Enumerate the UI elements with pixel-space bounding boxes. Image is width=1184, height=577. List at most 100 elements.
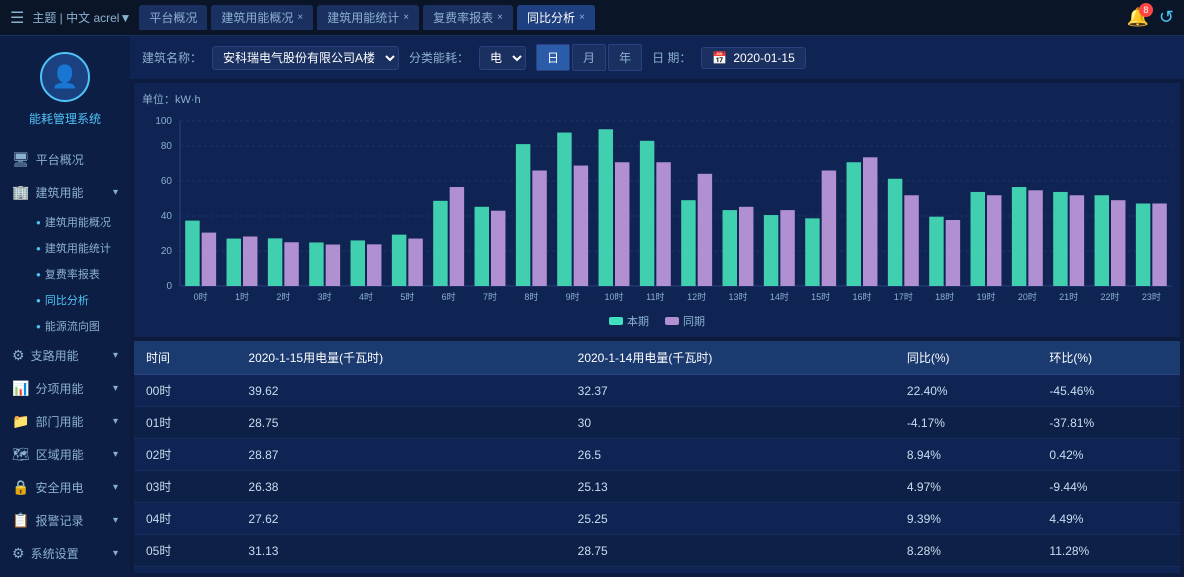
cell-prev: 25.25 bbox=[566, 503, 895, 535]
period-btn-group: 日 月 年 bbox=[536, 44, 642, 71]
sidebar-item-building[interactable]: 🏢 建筑用能 ▾ bbox=[0, 176, 130, 209]
chevron-down-icon4: ▾ bbox=[113, 416, 118, 427]
building-select[interactable]: 安科瑞电气股份有限公司A楼 bbox=[212, 46, 399, 70]
bar-current-10 bbox=[599, 129, 613, 286]
bell-icon[interactable]: 🔔8 bbox=[1126, 7, 1148, 28]
sidebar-sub-stats[interactable]: 建筑用能统计 bbox=[28, 235, 130, 261]
tab-close-icon[interactable]: × bbox=[403, 12, 409, 23]
x-label-3: 3时 bbox=[318, 291, 332, 302]
sidebar-sub-overview[interactable]: 建筑用能概况 bbox=[28, 209, 130, 235]
cell-yoy: -13.95% bbox=[895, 567, 1038, 574]
sidebar-item-platform[interactable]: 🖥 平台概况 bbox=[0, 143, 130, 176]
x-label-20: 20时 bbox=[1018, 291, 1037, 302]
svg-text:100: 100 bbox=[155, 116, 172, 127]
bar-current-19 bbox=[971, 192, 985, 286]
bar-current-2 bbox=[268, 238, 282, 286]
bar-current-21 bbox=[1053, 192, 1067, 286]
bar-current-6 bbox=[433, 201, 447, 286]
tab-close-icon[interactable]: × bbox=[297, 12, 303, 23]
cell-time: 06时 bbox=[134, 567, 236, 574]
cell-cur: 26.38 bbox=[236, 471, 565, 503]
tab-close-icon[interactable]: × bbox=[579, 12, 585, 23]
cell-time: 01时 bbox=[134, 407, 236, 439]
x-label-14: 14时 bbox=[770, 291, 789, 302]
refresh-icon[interactable]: ↺ bbox=[1159, 7, 1174, 28]
tab-复费率报表[interactable]: 复费率报表 × bbox=[423, 5, 513, 30]
bar-previous-22 bbox=[1111, 200, 1125, 286]
bar-previous-20 bbox=[1028, 190, 1042, 286]
sidebar-sub-flow[interactable]: 能源流向图 bbox=[28, 313, 130, 339]
sidebar-item-branch[interactable]: ⚙ 支路用能 ▾ bbox=[0, 339, 130, 372]
bar-previous-18 bbox=[946, 220, 960, 286]
x-label-11: 11时 bbox=[646, 291, 664, 302]
table-row: 03时26.3825.134.97%-9.44% bbox=[134, 471, 1180, 503]
tab-平台概况[interactable]: 平台概况 bbox=[139, 5, 207, 30]
sidebar-item-region[interactable]: 🗺 区域用能 ▾ bbox=[0, 438, 130, 471]
sidebar-label-safety: 安全用电 bbox=[35, 479, 83, 496]
sidebar-sub-rate[interactable]: 复费率报表 bbox=[28, 261, 130, 287]
cell-time: 03时 bbox=[134, 471, 236, 503]
tab-同比分析[interactable]: 同比分析 × bbox=[517, 5, 595, 30]
category-icon: 📊 bbox=[12, 380, 29, 397]
theme-label[interactable]: 主题 | 中文 acrel▼ bbox=[32, 9, 131, 26]
table-row: 06时51.6360-13.95%39.71% bbox=[134, 567, 1180, 574]
sidebar-label-region: 区域用能 bbox=[36, 446, 84, 463]
col-prev: 2020-1-14用电量(千瓦时) bbox=[566, 341, 895, 375]
x-label-22: 22时 bbox=[1100, 291, 1119, 302]
date-display[interactable]: 📅 2020-01-15 bbox=[701, 47, 805, 69]
toolbar: 建筑名称： 安科瑞电气股份有限公司A楼 分类能耗： 电 日 月 年 日 期： 📅… bbox=[130, 36, 1184, 79]
sidebar-sub-yoy[interactable]: 同比分析 bbox=[28, 287, 130, 313]
sidebar-item-alarm[interactable]: 📋 报警记录 ▾ bbox=[0, 504, 130, 537]
bar-previous-15 bbox=[822, 171, 836, 287]
bar-previous-3 bbox=[326, 245, 340, 286]
bar-previous-7 bbox=[491, 211, 505, 286]
table-row: 01时28.7530-4.17%-37.81% bbox=[134, 407, 1180, 439]
table-row: 05时31.1328.758.28%11.28% bbox=[134, 535, 1180, 567]
svg-text:20: 20 bbox=[161, 246, 173, 257]
sidebar-item-category[interactable]: 📊 分项用能 ▾ bbox=[0, 372, 130, 405]
legend-color-current bbox=[609, 317, 623, 325]
bar-current-0 bbox=[185, 221, 199, 286]
legend-color-previous bbox=[665, 317, 679, 325]
bar-current-23 bbox=[1136, 204, 1150, 287]
category-select[interactable]: 电 bbox=[479, 46, 526, 70]
svg-text:80: 80 bbox=[161, 141, 173, 152]
chart-container: 0 20 40 60 80 100 0时1时2时3时4时5时6时7时8时9时10… bbox=[142, 111, 1172, 311]
sidebar-item-dept[interactable]: 📁 部门用能 ▾ bbox=[0, 405, 130, 438]
svg-text:60: 60 bbox=[161, 176, 173, 187]
bar-previous-13 bbox=[739, 207, 753, 286]
col-mom: 环比(%) bbox=[1037, 341, 1180, 375]
sidebar-sub-building: 建筑用能概况 建筑用能统计 复费率报表 同比分析 能源流向图 bbox=[0, 209, 130, 339]
legend-label-current: 本期 bbox=[627, 313, 649, 329]
x-label-9: 9时 bbox=[566, 291, 580, 302]
cell-mom: -37.81% bbox=[1037, 407, 1180, 439]
btn-month[interactable]: 月 bbox=[572, 44, 606, 71]
menu-icon[interactable]: ☰ bbox=[10, 8, 24, 28]
cell-yoy: -4.17% bbox=[895, 407, 1038, 439]
building-icon: 🏢 bbox=[12, 184, 29, 201]
bar-current-1 bbox=[227, 239, 241, 286]
safety-icon: 🔒 bbox=[12, 479, 29, 496]
tab-建筑用能概况[interactable]: 建筑用能概况 × bbox=[211, 5, 313, 30]
sidebar-item-settings[interactable]: ⚙ 系统设置 ▾ bbox=[0, 537, 130, 570]
btn-day[interactable]: 日 bbox=[536, 44, 570, 71]
cell-prev: 28.75 bbox=[566, 535, 895, 567]
bar-current-20 bbox=[1012, 187, 1026, 286]
sidebar-item-safety[interactable]: 🔒 安全用电 ▾ bbox=[0, 471, 130, 504]
cell-cur: 51.63 bbox=[236, 567, 565, 574]
x-label-10: 10时 bbox=[604, 291, 623, 302]
bar-current-22 bbox=[1095, 195, 1109, 286]
cell-yoy: 22.40% bbox=[895, 375, 1038, 407]
sidebar-label-building: 建筑用能 bbox=[35, 184, 83, 201]
chart-legend: 本期 同期 bbox=[142, 313, 1172, 329]
x-label-13: 13时 bbox=[728, 291, 747, 302]
x-label-6: 6时 bbox=[442, 291, 456, 302]
tab-close-icon[interactable]: × bbox=[497, 12, 503, 23]
bar-previous-12 bbox=[698, 174, 712, 286]
bar-current-8 bbox=[516, 144, 530, 286]
tab-建筑用能统计[interactable]: 建筑用能统计 × bbox=[317, 5, 419, 30]
main-layout: 👤 能耗管理系统 🖥 平台概况 🏢 建筑用能 ▾ 建筑用能概况 建筑用能统计 复… bbox=[0, 36, 1184, 577]
btn-year[interactable]: 年 bbox=[608, 44, 642, 71]
date-label: 日 期： bbox=[652, 49, 691, 66]
cell-yoy: 8.28% bbox=[895, 535, 1038, 567]
